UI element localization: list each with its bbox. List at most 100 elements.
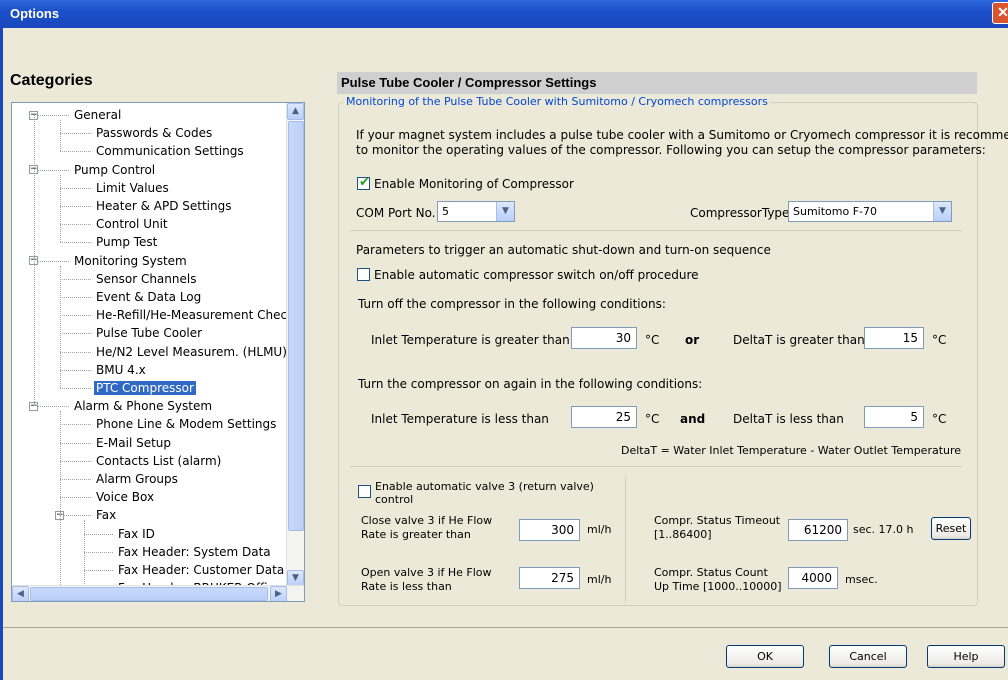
close-valve-input[interactable]: 300 [519, 519, 580, 541]
tree-item-label: Voice Box [96, 490, 155, 505]
tree-item-label: Passwords & Codes [96, 126, 213, 141]
cancel-button[interactable]: Cancel [829, 645, 907, 668]
tree-item-label: Pulse Tube Cooler [96, 326, 203, 341]
tree-item[interactable]: Fax ID [116, 525, 157, 543]
enable-valve-checkbox[interactable] [358, 485, 371, 498]
scroll-up-icon[interactable]: ▲ [287, 103, 304, 120]
tree-item[interactable]: Voice Box [94, 488, 156, 506]
tree-guide [34, 115, 35, 407]
tree-connector [60, 133, 91, 135]
categories-tree[interactable]: − General Passwords & Codes Communication S… [11, 102, 305, 602]
open-valve-input[interactable]: 275 [519, 567, 580, 589]
vertical-divider [625, 476, 626, 602]
tree-item[interactable]: Fax [94, 506, 118, 524]
ok-button[interactable]: OK [726, 645, 804, 668]
tree-item[interactable]: Limit Values [94, 179, 171, 197]
tree-item[interactable]: He/N2 Level Measurem. (HLMU) [94, 343, 289, 361]
tree-item[interactable]: Pump Control [72, 161, 157, 179]
tree-connector [34, 406, 69, 408]
close-icon[interactable]: ✕ [992, 2, 1008, 24]
open-valve-label-2: Rate is less than [361, 580, 452, 593]
vertical-scrollbar[interactable]: ▲ ▼ [286, 103, 304, 587]
enable-valve-label-2: control [375, 493, 414, 506]
tree-item[interactable]: PTC Compressor [94, 379, 196, 397]
tree-item[interactable]: He-Refill/He-Measurement Check [94, 306, 296, 324]
off-delta-unit: °C [932, 333, 947, 347]
scroll-right-icon[interactable]: ▶ [270, 586, 287, 601]
tree-item-label: Phone Line & Modem Settings [96, 417, 277, 432]
tree-item-label: He-Refill/He-Measurement Check [96, 308, 295, 323]
tree-item[interactable]: BMU 4.x [94, 361, 148, 379]
tree-connector [60, 315, 91, 317]
horizontal-scrollbar[interactable]: ◀ ▶ [12, 585, 304, 601]
off-conjunction: or [685, 333, 700, 347]
checkmark-icon: ✔ [359, 175, 370, 190]
count-input[interactable]: 4000 [788, 567, 838, 589]
on-inlet-input[interactable]: 25 [571, 406, 637, 428]
tree-item[interactable]: Contacts List (alarm) [94, 452, 223, 470]
scroll-left-icon[interactable]: ◀ [12, 586, 29, 601]
tree-item[interactable]: Pulse Tube Cooler [94, 324, 204, 342]
enable-monitoring-checkbox[interactable]: ✔ [357, 175, 370, 190]
close-valve-label-1: Close valve 3 if He Flow [361, 514, 493, 527]
off-delta-input[interactable]: 15 [864, 327, 924, 349]
tree-item-label: Heater & APD Settings [96, 199, 232, 213]
on-delta-input[interactable]: 5 [864, 406, 924, 428]
categories-title: Categories [10, 72, 93, 89]
off-inlet-input[interactable]: 30 [571, 327, 637, 349]
enable-auto-switch-checkbox[interactable] [357, 268, 370, 281]
tree-item[interactable]: Alarm Groups [94, 470, 180, 488]
tree-item-label: Fax Header: Customer Data [118, 563, 285, 577]
compressor-type-select[interactable]: Sumitomo F-70 ▼ [788, 201, 952, 222]
tree-item[interactable]: Passwords & Codes [94, 124, 214, 142]
scroll-thumb[interactable] [288, 121, 304, 531]
tree-item[interactable]: Fax Header: Customer Data [116, 561, 286, 579]
compressor-type-label: CompressorType [690, 206, 790, 220]
tree-item[interactable]: Pump Test [94, 233, 159, 251]
intro-line-1: If your magnet system includes a pulse t… [356, 128, 1008, 142]
tree-item-label: PTC Compressor [94, 381, 196, 395]
tree-connector [34, 115, 69, 116]
horizontal-scroll-thumb[interactable] [30, 587, 268, 601]
tree-connector [60, 388, 91, 389]
tree-item-label: Communication Settings [96, 144, 244, 159]
tree-item[interactable]: Sensor Channels [94, 270, 198, 288]
tree-connector [60, 297, 91, 298]
tree-item-label: Fax [96, 508, 117, 523]
chevron-down-icon[interactable]: ▼ [933, 202, 951, 221]
tree-item[interactable]: Monitoring System [72, 252, 189, 270]
tree-content: − General Passwords & Codes Communication S… [12, 103, 294, 598]
on-inlet-unit: °C [645, 412, 660, 426]
tree-item[interactable]: Event & Data Log [94, 288, 203, 306]
com-port-label: COM Port No. [356, 206, 436, 220]
timeout-input[interactable]: 61200 [788, 519, 848, 541]
tree-connector [60, 424, 91, 426]
reset-button[interactable]: Reset [931, 517, 971, 540]
tree-connector [60, 515, 91, 517]
tree-connector [60, 278, 91, 280]
tree-item-label: Sensor Channels [96, 271, 197, 286]
open-valve-label-1: Open valve 3 if He Flow [361, 566, 492, 579]
help-button[interactable]: Help [927, 645, 1005, 668]
tree-item[interactable]: E-Mail Setup [94, 434, 173, 452]
off-conditions-title: Turn off the compressor in the following… [358, 297, 666, 311]
tree-item-label: Pump Control [74, 162, 156, 177]
tree-connector [60, 460, 91, 462]
com-port-select[interactable]: 5 ▼ [437, 201, 515, 222]
open-valve-unit: ml/h [587, 573, 612, 586]
chevron-down-icon[interactable]: ▼ [496, 202, 514, 221]
tree-item[interactable]: Alarm & Phone System [72, 397, 214, 415]
tree-connector [60, 479, 91, 480]
tree-guide [60, 265, 61, 388]
timeout-label-1: Compr. Status Timeout [654, 514, 781, 527]
tree-item[interactable]: Fax Header: System Data [116, 543, 273, 561]
divider [350, 230, 962, 231]
tree-item[interactable]: Phone Line & Modem Settings [94, 415, 278, 433]
enable-monitoring-label: Enable Monitoring of Compressor [374, 177, 574, 191]
tree-item[interactable]: Communication Settings [94, 142, 246, 160]
tree-item[interactable]: General [72, 106, 123, 124]
tree-item[interactable]: Control Unit [94, 215, 170, 233]
tree-item[interactable]: Heater & APD Settings [94, 197, 234, 215]
tree-connector [84, 533, 113, 535]
tree-connector [60, 242, 91, 244]
